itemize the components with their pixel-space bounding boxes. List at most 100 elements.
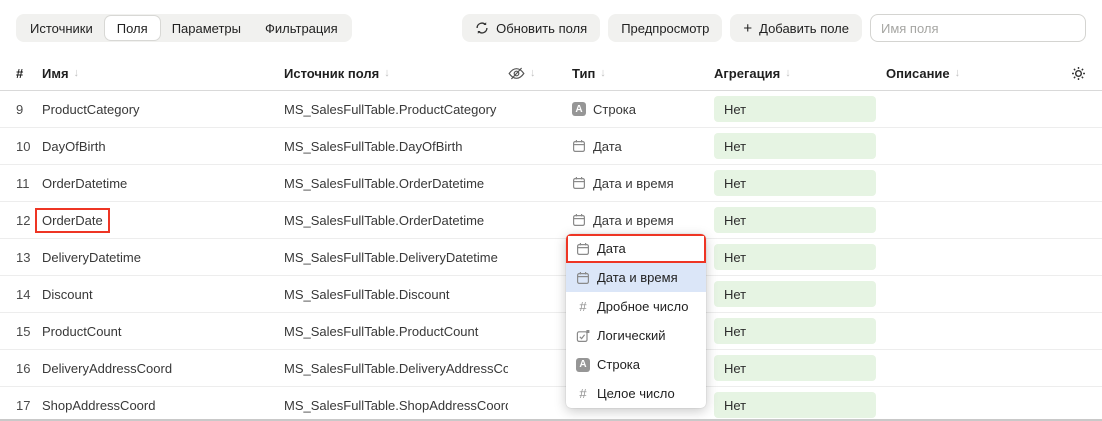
type-option-datetime[interactable]: Дата и время — [566, 263, 706, 292]
field-type-label: Дата и время — [593, 176, 674, 191]
field-type-select[interactable]: Дата и время — [572, 176, 714, 191]
type-option-integer[interactable]: # Целое число — [566, 379, 706, 408]
view-tabs: Источники Поля Параметры Фильтрация — [16, 14, 352, 42]
field-name: DayOfBirth — [42, 139, 106, 154]
type-option-label: Строка — [597, 357, 640, 372]
aggregation-select[interactable]: Нет — [714, 318, 876, 344]
row-index: 16 — [16, 361, 42, 376]
column-header-type[interactable]: Тип ↓ — [572, 66, 714, 81]
calendar-icon — [576, 271, 590, 285]
aggregation-select[interactable]: Нет — [714, 392, 876, 418]
field-type-select[interactable]: Дата и время — [572, 213, 714, 228]
field-name: Discount — [42, 287, 93, 302]
sort-arrow-icon: ↓ — [600, 67, 606, 79]
column-header-aggregation-label: Агрегация — [714, 66, 780, 81]
column-header-source[interactable]: Источник поля ↓ — [284, 66, 508, 81]
toolbar-actions: Обновить поля Предпросмотр + Добавить по… — [462, 14, 1086, 42]
add-field-button[interactable]: + Добавить поле — [730, 14, 862, 42]
field-name-search-input[interactable] — [870, 14, 1086, 42]
type-dropdown: Дата Дата и время # Дробное число Логиче… — [566, 234, 706, 408]
sort-arrow-icon: ↓ — [74, 67, 80, 79]
sort-arrow-icon: ↓ — [530, 67, 536, 79]
field-source-cell: MS_SalesFullTable.ProductCategory — [284, 102, 508, 117]
row-index: 13 — [16, 250, 42, 265]
field-name-cell[interactable]: DeliveryDatetime — [42, 250, 284, 265]
table-settings-button[interactable] — [1062, 66, 1086, 81]
field-name-cell[interactable]: ShopAddressCoord — [42, 398, 284, 413]
field-name: ShopAddressCoord — [42, 398, 155, 413]
table-row: 11 OrderDatetime MS_SalesFullTable.Order… — [0, 165, 1102, 202]
type-option-label: Целое число — [597, 386, 675, 401]
type-option-boolean[interactable]: Логический — [566, 321, 706, 350]
field-name-cell[interactable]: ProductCount — [42, 324, 284, 339]
aggregation-select[interactable]: Нет — [714, 281, 876, 307]
tab-sources[interactable]: Источники — [18, 16, 105, 40]
row-index: 9 — [16, 102, 42, 117]
add-field-label: Добавить поле — [759, 21, 849, 36]
table-row: 15 ProductCount MS_SalesFullTable.Produc… — [0, 313, 1102, 350]
column-header-aggregation[interactable]: Агрегация ↓ — [714, 66, 886, 81]
tab-fields[interactable]: Поля — [105, 16, 160, 40]
type-option-label: Дробное число — [597, 299, 688, 314]
boolean-type-icon — [576, 329, 590, 343]
hash-icon: # — [576, 386, 590, 401]
field-source-cell: MS_SalesFullTable.OrderDatetime — [284, 213, 508, 228]
aggregation-cell: Нет — [714, 318, 886, 344]
gear-icon — [1071, 66, 1086, 81]
preview-label: Предпросмотр — [621, 21, 709, 36]
aggregation-select[interactable]: Нет — [714, 96, 876, 122]
table-row: 12 OrderDate MS_SalesFullTable.OrderDate… — [0, 202, 1102, 239]
type-option-label: Дата — [597, 241, 626, 256]
type-option-string[interactable]: A Строка — [566, 350, 706, 379]
refresh-fields-button[interactable]: Обновить поля — [462, 14, 600, 42]
field-name-cell[interactable]: Discount — [42, 287, 284, 302]
field-source-cell: MS_SalesFullTable.OrderDatetime — [284, 176, 508, 191]
tab-filtering-label: Фильтрация — [265, 21, 338, 36]
field-name: OrderDatetime — [42, 176, 127, 191]
column-header-type-label: Тип — [572, 66, 595, 81]
column-header-visibility[interactable]: ↓ — [508, 67, 572, 80]
table-header: # Имя ↓ Источник поля ↓ ↓ Тип ↓ Агрегаци… — [0, 56, 1102, 91]
tab-parameters[interactable]: Параметры — [160, 16, 253, 40]
eye-slash-icon — [508, 67, 525, 80]
field-name-cell[interactable]: OrderDate — [42, 213, 284, 228]
field-name-cell[interactable]: DeliveryAddressCoord — [42, 361, 284, 376]
aggregation-select[interactable]: Нет — [714, 355, 876, 381]
aggregation-select[interactable]: Нет — [714, 207, 876, 233]
preview-button[interactable]: Предпросмотр — [608, 14, 722, 42]
field-type-select[interactable]: Дата — [572, 139, 714, 154]
refresh-fields-label: Обновить поля — [496, 21, 587, 36]
aggregation-select[interactable]: Нет — [714, 133, 876, 159]
table-body: 9 ProductCategory MS_SalesFullTable.Prod… — [0, 91, 1102, 421]
type-option-date[interactable]: Дата — [566, 234, 706, 263]
aggregation-cell: Нет — [714, 244, 886, 270]
type-option-label: Дата и время — [597, 270, 678, 285]
table-row: 16 DeliveryAddressCoord MS_SalesFullTabl… — [0, 350, 1102, 387]
field-name: ProductCategory — [42, 102, 140, 117]
type-option-float[interactable]: # Дробное число — [566, 292, 706, 321]
aggregation-cell: Нет — [714, 281, 886, 307]
field-name-cell[interactable]: ProductCategory — [42, 102, 284, 117]
row-index: 15 — [16, 324, 42, 339]
calendar-icon — [572, 139, 586, 153]
aggregation-select[interactable]: Нет — [714, 170, 876, 196]
aggregation-cell: Нет — [714, 207, 886, 233]
tab-sources-label: Источники — [30, 21, 93, 36]
table-row: 9 ProductCategory MS_SalesFullTable.Prod… — [0, 91, 1102, 128]
field-name-cell[interactable]: OrderDatetime — [42, 176, 284, 191]
column-header-index-label: # — [16, 66, 23, 81]
column-header-name[interactable]: Имя ↓ — [42, 66, 284, 81]
field-name-cell[interactable]: DayOfBirth — [42, 139, 284, 154]
column-header-description[interactable]: Описание ↓ — [886, 66, 1062, 81]
field-type-select[interactable]: A Строка — [572, 102, 714, 117]
field-source-cell: MS_SalesFullTable.ProductCount — [284, 324, 508, 339]
tab-filtering[interactable]: Фильтрация — [253, 16, 350, 40]
sort-arrow-icon: ↓ — [785, 67, 791, 79]
aggregation-select[interactable]: Нет — [714, 244, 876, 270]
row-index: 12 — [16, 213, 42, 228]
aggregation-cell: Нет — [714, 355, 886, 381]
field-name-highlighted: OrderDate — [42, 213, 103, 228]
calendar-icon — [576, 242, 590, 256]
aggregation-cell: Нет — [714, 392, 886, 418]
type-option-label: Логический — [597, 328, 665, 343]
